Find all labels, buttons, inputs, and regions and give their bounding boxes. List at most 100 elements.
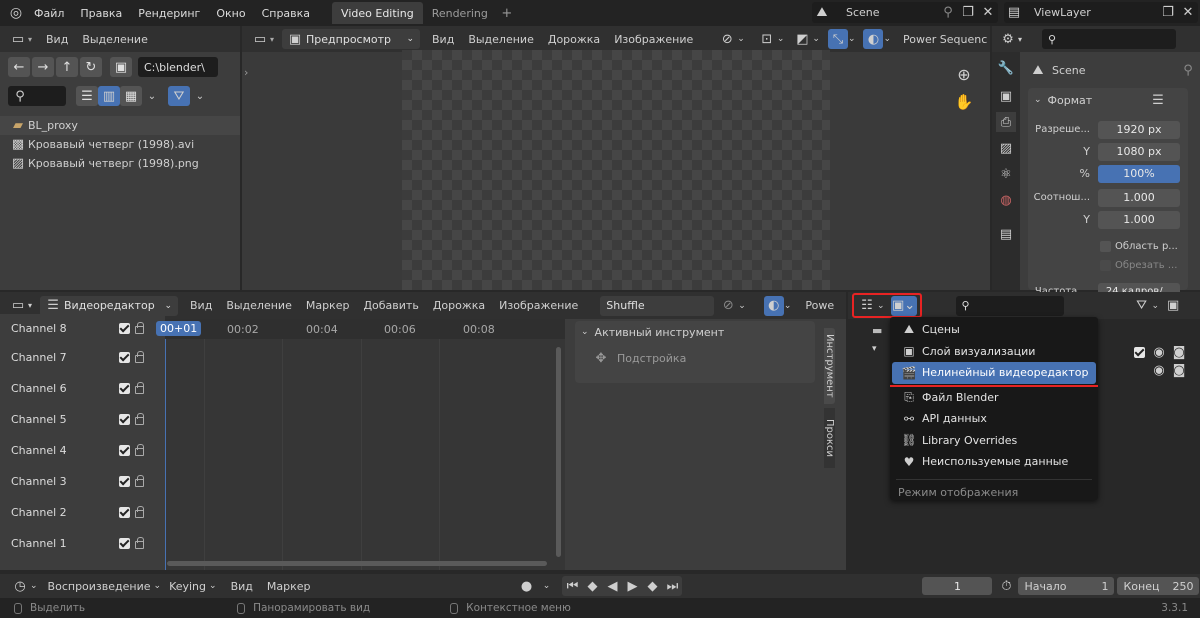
channel-row[interactable]: Channel 6 [0, 373, 165, 404]
display-mode-video-sequencer[interactable]: 🎬 Нелинейный видеоредактор [892, 362, 1096, 384]
add-workspace-icon[interactable]: + [497, 3, 517, 23]
render-tab-icon[interactable]: ▣ [996, 86, 1016, 106]
display-mode-blender-file[interactable]: ⎘ Файл Blender [890, 387, 1098, 409]
lock-icon[interactable] [135, 413, 144, 425]
crop-checkbox[interactable] [1100, 260, 1111, 271]
channel-row[interactable]: Channel 2 [0, 497, 165, 528]
overlay-icon[interactable]: ◐ [763, 295, 784, 316]
editor-type-icon[interactable]: ▭ [8, 296, 28, 316]
editor-type-icon[interactable]: ◷ [10, 576, 30, 596]
mute-checkbox[interactable] [119, 445, 130, 456]
thumbnails-icon[interactable]: ▦ [120, 86, 142, 106]
aspect-x-field[interactable]: 1.000 [1098, 188, 1180, 207]
playhead[interactable] [165, 339, 166, 570]
fb-menu-select[interactable]: Выделение [82, 33, 148, 46]
tab-proxy[interactable]: Прокси [824, 408, 835, 468]
frame-tick-label[interactable]: 00+01 [156, 321, 202, 336]
sq-menu-marker[interactable]: Маркер [306, 299, 350, 312]
mute-checkbox[interactable] [119, 414, 130, 425]
view-mode-select[interactable]: ▣ Предпросмотр ⌄ [282, 29, 421, 49]
scene-tab-icon[interactable]: ⚛ [996, 164, 1016, 184]
tl-menu-view[interactable]: Вид [231, 580, 253, 593]
active-tool-header[interactable]: ⌄ Активный инструмент [575, 321, 815, 343]
world-tab-icon[interactable]: ◍ [996, 190, 1016, 210]
new-viewlayer-icon[interactable]: ❐ [1158, 3, 1178, 23]
display-mode-library-overrides[interactable]: ⛓ Library Overrides [890, 430, 1098, 452]
frame-ruler[interactable] [165, 319, 565, 339]
lock-icon[interactable] [135, 321, 144, 334]
list-item[interactable]: ▩ Кровавый четверг (1998).avi [0, 135, 240, 154]
mute-checkbox[interactable] [119, 322, 130, 334]
outliner-search-input[interactable]: ⚲ [955, 295, 1064, 316]
lock-icon[interactable] [135, 351, 144, 363]
tl-menu-marker[interactable]: Маркер [267, 580, 311, 593]
overlay-icon[interactable]: ◐ [863, 29, 884, 49]
list-vertical-icon[interactable]: ☰ [76, 86, 98, 106]
path-field[interactable]: C:\blender\ [138, 57, 218, 77]
menu-render[interactable]: Рендеринг [138, 7, 200, 20]
channel-row[interactable]: Channel 8 [0, 314, 165, 342]
tl-menu-keying[interactable]: Keying [169, 580, 206, 593]
scene-selector[interactable]: ⛰ Scene ⚲ ❐ ✕ [812, 2, 998, 23]
zoom-icon[interactable]: ⊕ [954, 64, 974, 84]
tl-menu-playback[interactable]: Воспроизведение [48, 580, 151, 593]
snap-icon[interactable]: ◩ [792, 29, 812, 49]
eye-icon[interactable]: ◉ [1149, 342, 1169, 362]
lock-icon[interactable] [135, 444, 144, 456]
menu-file[interactable]: Файл [34, 7, 64, 20]
camera-icon[interactable]: ◙ [1169, 342, 1189, 362]
exclude-checkbox[interactable] [1134, 346, 1145, 358]
format-panel-header[interactable]: ⌄ Формат ☰ [1028, 88, 1188, 112]
sq-menu-strip[interactable]: Дорожка [433, 299, 485, 312]
parent-dir-icon[interactable]: ↑ [56, 57, 78, 77]
mute-checkbox[interactable] [119, 352, 130, 363]
channel-row[interactable]: Channel 4 [0, 435, 165, 466]
display-mode-icon[interactable]: ▣⌄ [890, 295, 917, 316]
editor-mode-select[interactable]: ☰ Видеоредактор ⌄ [40, 295, 179, 316]
sq-menu-select[interactable]: Выделение [226, 299, 292, 312]
tab-video-editing[interactable]: Video Editing [332, 2, 423, 24]
overlap-mode-select[interactable]: Shuffle [600, 295, 715, 316]
list-horizontal-icon[interactable]: ▥ [98, 86, 120, 106]
mute-checkbox[interactable] [119, 383, 130, 394]
presets-icon[interactable]: ☰ [1148, 90, 1168, 110]
sq-menu-image[interactable]: Изображение [499, 299, 578, 312]
pan-hand-icon[interactable]: ✋ [954, 92, 974, 112]
pv-menu-image[interactable]: Изображение [614, 33, 693, 46]
res-y-field[interactable]: 1080 px [1098, 142, 1180, 161]
next-keyframe-icon[interactable]: ◆ [642, 576, 662, 596]
prev-keyframe-icon[interactable]: ◆ [582, 576, 602, 596]
list-item[interactable]: ▨ Кровавый четверг (1998).png [0, 154, 240, 173]
gizmo-icon[interactable]: ⤡ [827, 29, 848, 49]
end-frame-field[interactable]: Конец 250 [1117, 577, 1200, 595]
eye-icon[interactable]: ◉ [1149, 360, 1169, 380]
horizontal-scrollbar[interactable] [167, 561, 547, 566]
filter-icon[interactable]: ⛛ [168, 86, 190, 106]
menu-window[interactable]: Окно [216, 7, 245, 20]
start-frame-field[interactable]: Начало 1 [1018, 577, 1115, 595]
menu-help[interactable]: Справка [262, 7, 310, 20]
proportional-icon[interactable]: ⊘ [717, 29, 737, 49]
lock-icon[interactable] [135, 382, 144, 394]
forward-icon[interactable]: → [32, 57, 54, 77]
display-mode-view-layer[interactable]: ▣ Слой визуализации [890, 341, 1098, 363]
list-item[interactable]: ▰ BL_proxy [0, 116, 240, 135]
filter-chevron-icon[interactable]: ⌄ [190, 86, 210, 106]
channel-row[interactable]: Channel 1 [0, 528, 165, 559]
fb-search-input[interactable]: ⚲ [8, 86, 66, 106]
record-options-icon[interactable]: ⌄ [536, 576, 556, 596]
fb-menu-view[interactable]: Вид [46, 33, 68, 46]
pv-menu-view[interactable]: Вид [432, 33, 454, 46]
menu-edit[interactable]: Правка [80, 7, 122, 20]
aspect-y-field[interactable]: 1.000 [1098, 210, 1180, 229]
play-reverse-icon[interactable]: ◀ [602, 576, 622, 596]
lock-icon[interactable] [135, 475, 144, 487]
mute-checkbox[interactable] [119, 476, 130, 487]
viewlayer-selector[interactable]: ▤ ViewLayer ❐ ✕ [1004, 2, 1198, 23]
back-icon[interactable]: ← [8, 57, 30, 77]
lock-icon[interactable] [135, 506, 144, 518]
display-mode-data-api[interactable]: ⚯ API данных [890, 408, 1098, 430]
power-sequencer-label[interactable]: Power Sequenc [903, 33, 987, 46]
snap-icon[interactable]: ⊘ [718, 296, 738, 316]
percent-field[interactable]: 100% [1098, 164, 1180, 183]
